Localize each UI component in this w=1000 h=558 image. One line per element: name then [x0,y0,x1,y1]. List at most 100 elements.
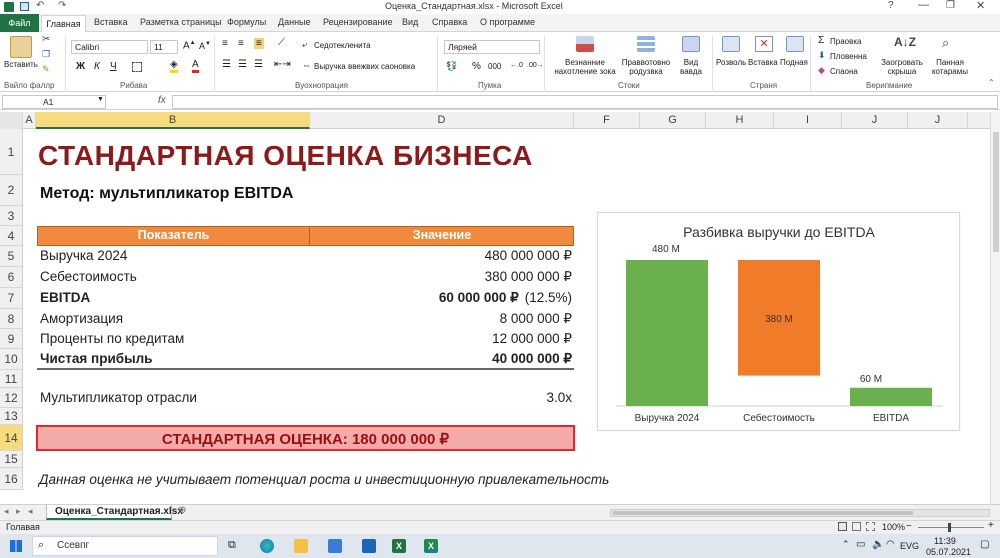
insert-cells-button[interactable]: Розволь [716,58,746,67]
save-icon[interactable] [20,2,29,11]
store-icon[interactable] [328,539,342,553]
sheet-tab-active[interactable]: Оценка_Стандартная.xlsx [46,505,183,520]
chart-container[interactable]: Разбивка выручки до EBITDA 480 M Выручка … [597,212,960,431]
format-painter-icon[interactable]: ✎ [42,64,50,75]
number-format-select[interactable]: Ляряей [444,40,540,54]
input-language[interactable]: EVG [900,541,919,551]
italic-icon[interactable]: К [94,61,100,72]
file-explorer-icon[interactable] [294,539,308,553]
scrollbar-thumb[interactable] [613,511,913,515]
table-row-label[interactable]: Проценты по кредитам [40,331,184,346]
merge-icon[interactable]: ⇔ [302,60,311,70]
speaker-icon[interactable]: 🔈 [872,539,884,550]
align-center-icon[interactable]: ☰ [238,59,247,70]
align-bottom-icon[interactable]: ≡ [254,38,264,49]
tab-about[interactable]: О программе [480,17,535,27]
delete-cells-button[interactable]: Вставка [748,58,778,67]
table-row-label[interactable]: Себестоимость [40,269,137,284]
col-header-h[interactable]: H [706,112,774,129]
header-value[interactable]: Значение [310,228,574,242]
tab-review[interactable]: Рецензирование [323,17,393,27]
fx-icon[interactable]: fx [158,95,166,106]
row-header-2[interactable]: 2 [0,175,23,206]
insert-cells-icon[interactable] [722,36,740,52]
clear-icon[interactable]: ◆ [818,65,825,76]
clock-time[interactable]: 11:39 [934,536,956,546]
row-header-12[interactable]: 12 [0,388,23,408]
orientation-icon[interactable]: ⟋ [278,37,285,48]
merge-center-button[interactable]: Выручка ввежвих саоновка [314,62,415,71]
table-row-value[interactable]: 8 000 000 ₽ [312,311,572,327]
table-row-value[interactable]: 480 000 000 ₽ [312,248,572,264]
zoom-out-icon[interactable]: − [906,521,912,532]
chart-bar-3[interactable] [850,387,932,406]
help-icon[interactable]: ? [888,0,894,11]
col-header-j[interactable]: J [842,112,908,129]
table-row-label[interactable]: Чистая прибыль [40,351,152,366]
row-header-13[interactable]: 13 [0,408,23,425]
autosum-icon[interactable]: Σ [818,35,824,46]
delete-cells-icon[interactable]: ✕ [755,36,773,52]
row-header-11[interactable]: 11 [0,370,23,388]
row-header-8[interactable]: 8 [0,309,23,329]
multiplier-value[interactable]: 3.0x [500,390,572,405]
tab-file[interactable]: Файл [0,14,39,32]
col-header-g[interactable]: G [640,112,706,129]
mail-icon[interactable] [362,539,376,553]
percent-icon[interactable]: % [472,61,481,72]
autosum-button[interactable]: Праовка [830,37,861,46]
fill-color-icon[interactable]: ◈ [170,59,178,73]
find-select-button[interactable]: Панная котарамы [928,58,972,76]
font-color-icon[interactable]: A [192,59,199,73]
zoom-in-icon[interactable]: + [988,520,994,531]
conditional-format-button[interactable]: Везнанние нахотление зока [548,58,622,76]
minimize-icon[interactable]: — [918,0,929,11]
cell-styles-icon[interactable] [682,36,700,52]
format-cells-icon[interactable] [786,36,804,52]
align-top-icon[interactable]: ≡ [222,38,228,49]
row-header-4[interactable]: 4 [0,226,23,246]
restore-icon[interactable]: ❐ [946,0,955,11]
zoom-slider[interactable] [918,523,984,532]
wrap-text-icon[interactable]: ⤶ [302,39,307,50]
sort-filter-icon[interactable]: A↓Z [894,35,916,49]
undo-icon[interactable]: ↶ [36,0,44,11]
scroll-last-sheet-icon[interactable]: ▸ [16,506,21,517]
close-icon[interactable]: ✕ [976,0,985,12]
decrease-font-icon[interactable]: A▼ [199,41,211,51]
chart-bar-1[interactable] [626,260,708,406]
zoom-slider-thumb[interactable] [948,523,951,532]
page-break-view-icon[interactable] [866,522,875,531]
disclaimer-text[interactable]: Данная оценка не учитывает потенциал рос… [39,472,609,487]
row-header-14[interactable]: 14 [0,425,23,451]
name-box[interactable]: A1 [2,95,106,109]
underline-icon[interactable]: Ч [110,61,117,72]
row-header-15[interactable]: 15 [0,451,23,468]
multiplier-label[interactable]: Мультипликатор отрасли [40,390,197,405]
table-row-label[interactable]: Выручка 2024 [40,248,127,263]
excel-taskbar-icon[interactable]: X [392,539,406,553]
row-header-9[interactable]: 9 [0,329,23,349]
conditional-format-icon[interactable] [576,36,594,52]
row-header-6[interactable]: 6 [0,267,23,288]
taskbar-search-box[interactable]: ⌕ Ссевпг [32,536,218,556]
tab-formulas[interactable]: Формулы [227,17,266,27]
table-row-value[interactable]: 12 000 000 ₽ [312,331,572,347]
horizontal-scrollbar[interactable] [610,509,990,517]
col-header-i[interactable]: I [774,112,842,129]
formula-input[interactable] [172,95,998,109]
normal-view-icon[interactable] [838,522,847,531]
fill-button[interactable]: Пловенна [830,52,867,61]
decrease-decimal-icon[interactable]: .00→ [527,62,544,69]
copy-icon[interactable]: ❐ [42,49,50,60]
table-row-label[interactable]: EBITDA [40,290,90,305]
find-select-icon[interactable]: ⌕ [942,35,949,51]
prev-sheet-icon[interactable]: ◂ [28,506,33,517]
redo-icon[interactable]: ↷ [58,0,66,11]
tab-page-layout[interactable]: Разметка страницы [140,17,222,27]
bold-icon[interactable]: Ж [76,61,85,72]
wifi-icon[interactable]: ◠ [886,539,895,550]
cut-icon[interactable]: ✂ [42,34,50,45]
excel-active-icon[interactable]: X [424,539,438,553]
borders-icon[interactable] [132,62,142,72]
